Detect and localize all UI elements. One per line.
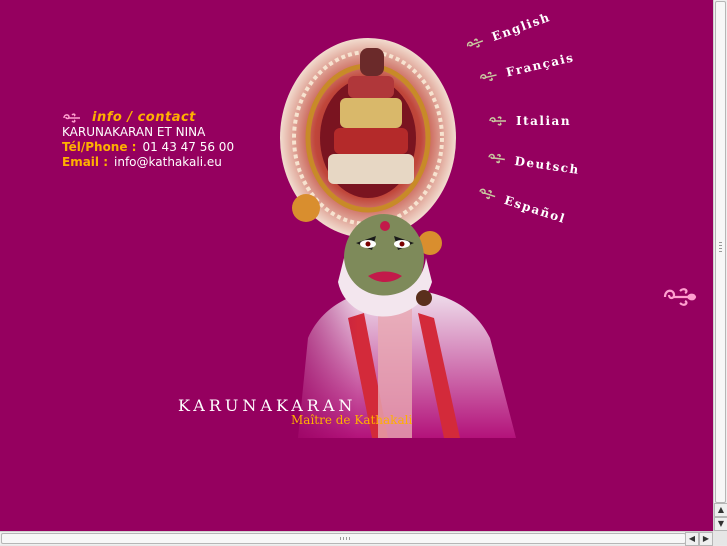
artist-title: Maître de Kathakali — [291, 413, 413, 427]
scroll-up-arrow-icon[interactable]: ▲ — [714, 503, 727, 517]
vertical-scroll-thumb[interactable] — [715, 1, 726, 503]
vertical-scrollbar[interactable]: ▲ ▼ — [713, 0, 727, 531]
info-contact-link[interactable]: info / contact — [62, 110, 234, 125]
swirl-ornament-icon — [62, 112, 82, 124]
email-label: Email : — [62, 155, 109, 169]
lang-label: English — [489, 9, 553, 45]
lang-label: Deutsch — [513, 153, 581, 177]
page-viewport: info / contact KARUNAKARAN ET NINA Tél/P… — [0, 0, 713, 531]
lang-label: Italian — [516, 114, 572, 128]
scroll-right-arrow-icon[interactable]: ▶ — [699, 532, 713, 546]
next-swirl-icon[interactable] — [662, 285, 698, 313]
lang-link-italian[interactable]: Italian — [488, 114, 571, 128]
phone-row: Tél/Phone : 01 43 47 56 00 — [62, 140, 234, 155]
kathakali-dancer-image — [268, 38, 516, 438]
contact-names: KARUNAKARAN ET NINA — [62, 125, 206, 139]
info-contact-label: info / contact — [92, 110, 196, 125]
swirl-ornament-icon — [488, 115, 508, 127]
phone-value: 01 43 47 56 00 — [142, 140, 235, 154]
swirl-ornament-icon — [486, 151, 507, 166]
horizontal-scroll-thumb[interactable] — [1, 533, 686, 544]
email-link[interactable]: info@kathakali.eu — [114, 155, 222, 170]
horizontal-scrollbar[interactable]: ◀ ▶ — [0, 531, 713, 546]
scroll-left-arrow-icon[interactable]: ◀ — [685, 532, 699, 546]
scroll-down-arrow-icon[interactable]: ▼ — [714, 517, 727, 531]
phone-label: Tél/Phone : — [62, 140, 137, 154]
email-row: Email : info@kathakali.eu — [62, 155, 234, 170]
contact-block: info / contact KARUNAKARAN ET NINA Tél/P… — [62, 110, 234, 170]
scrollbar-corner — [713, 531, 727, 545]
